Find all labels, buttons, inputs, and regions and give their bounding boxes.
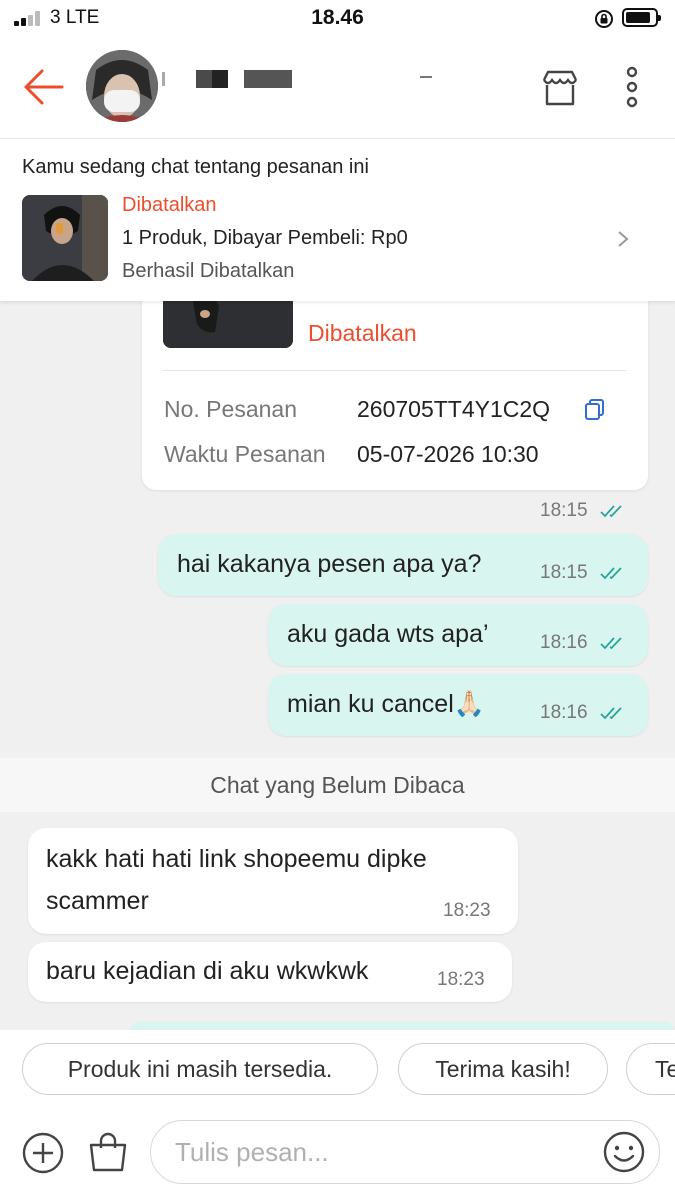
read-ticks-icon (600, 707, 622, 720)
message-text-line: kakk hati hati link shopeemu dipke (46, 845, 427, 873)
battery-icon (622, 8, 661, 27)
contact-name-redacted (196, 70, 212, 88)
order-banner-summary: 1 Produk, Dibayar Pembeli: Rp0 (122, 227, 408, 249)
message-time: 18:16 (540, 632, 588, 653)
contact-name-redacted (244, 70, 292, 88)
contact-name-redacted (212, 70, 228, 88)
order-banner-substatus: Berhasil Dibatalkan (122, 260, 295, 282)
contact-name-redacted (420, 76, 432, 78)
message-input[interactable] (150, 1120, 660, 1184)
message-time: 18:15 (540, 562, 588, 583)
rotation-lock-icon (595, 10, 613, 28)
chat-header (0, 38, 675, 139)
quick-reply-chip[interactable]: Produk ini masih tersedia. (22, 1043, 378, 1095)
contact-name-redacted (162, 72, 165, 86)
product-thumbnail (22, 195, 108, 281)
more-vertical-icon[interactable] (620, 66, 644, 110)
message-time: 18:16 (540, 702, 588, 723)
plus-circle-icon[interactable] (21, 1131, 65, 1175)
order-card-status: Dibatalkan (308, 320, 417, 346)
shop-icon[interactable] (538, 66, 582, 110)
message-time: 18:23 (443, 900, 491, 921)
message-time: 18:23 (437, 969, 485, 990)
read-ticks-icon (600, 505, 622, 518)
order-number-label: No. Pesanan (164, 396, 297, 422)
emoji-icon[interactable] (602, 1130, 646, 1174)
copy-icon[interactable] (583, 397, 607, 421)
arrow-left-icon[interactable] (20, 66, 66, 108)
contact-avatar[interactable] (86, 50, 158, 122)
quick-reply-chip[interactable]: Te (626, 1043, 675, 1095)
message-text: baru kejadian di aku wkwkwk (46, 957, 369, 985)
status-time: 18.46 (311, 6, 364, 29)
message-text: aku gada wts apa’ (287, 620, 489, 648)
order-time-label: Waktu Pesanan (164, 441, 326, 467)
shopping-bag-icon[interactable] (86, 1130, 130, 1174)
chevron-right-icon[interactable] (614, 229, 632, 249)
message-text-line: scammer (46, 887, 149, 915)
order-banner-title: Kamu sedang chat tentang pesanan ini (22, 156, 369, 178)
order-number: 260705TT4Y1C2Q (357, 396, 551, 422)
message-text: hai kakanya pesen apa ya? (177, 550, 482, 578)
message-text: mian ku cancel🙏🏻 (287, 690, 485, 718)
order-banner[interactable]: Kamu sedang chat tentang pesanan ini Dib… (0, 139, 675, 301)
message-time: 18:15 (540, 500, 588, 521)
unread-label: Chat yang Belum Dibaca (210, 772, 465, 798)
quick-reply-chip[interactable]: Terima kasih! (398, 1043, 608, 1095)
read-ticks-icon (600, 637, 622, 650)
divider (163, 370, 627, 371)
order-banner-status: Dibatalkan (122, 194, 217, 216)
read-ticks-icon (600, 567, 622, 580)
order-time: 05-07-2026 10:30 (357, 441, 539, 467)
battery-level (626, 12, 650, 23)
